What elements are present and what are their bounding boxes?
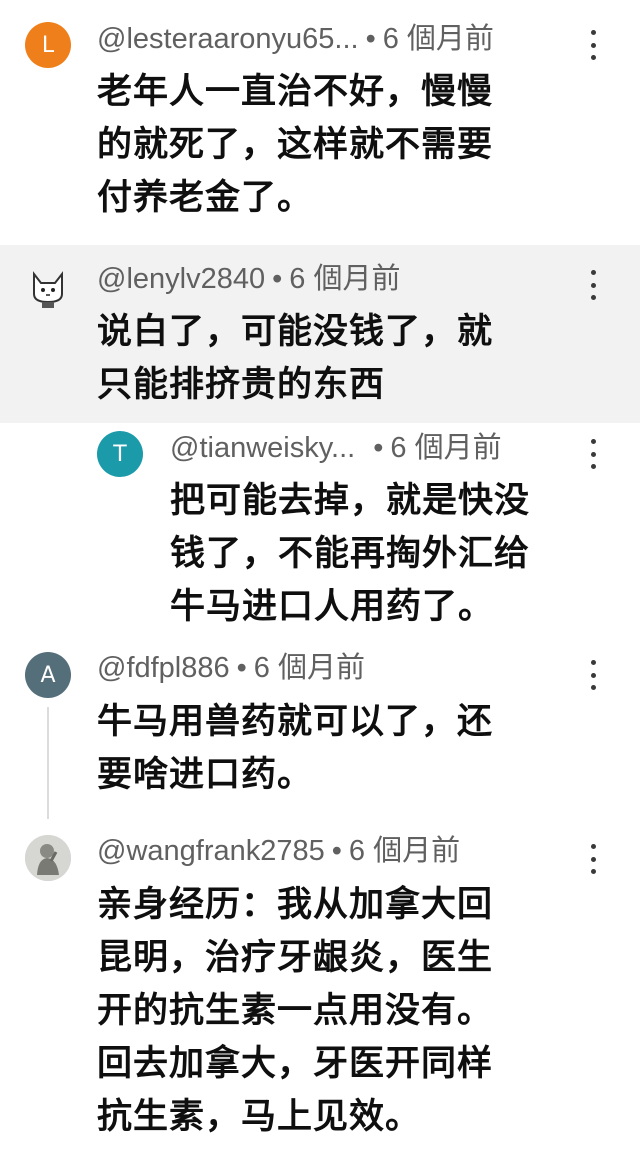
comment-line: 回去加拿大，牙医开同样 — [97, 1044, 494, 1084]
comment-text: 牛马用兽药就可以了，还 要啥进口药。 — [97, 696, 493, 802]
comment-text: 说白了，可能没钱了，就 只能排挤贵的东西 — [97, 306, 493, 412]
avatar-letter: L — [41, 32, 55, 58]
comment-line: 昆明，治疗牙龈炎，医生 — [97, 938, 494, 978]
comment-item: A @fdfpl886 • 6 個月前 牛马用兽药就可以了，还 要啥进口药。 — [0, 645, 640, 825]
avatar[interactable]: L — [25, 22, 71, 68]
separator-dot: • — [331, 835, 342, 867]
more-options-icon[interactable] — [583, 30, 603, 60]
comment-line: 钱了，不能再掏外汇给 — [170, 534, 531, 574]
author-handle[interactable]: @tianweisky... — [170, 432, 355, 464]
comment-line: 牛马进口人用药了。 — [170, 587, 495, 627]
comment-line: 付养老金了。 — [97, 178, 314, 218]
comment-meta: @fdfpl886 • 6 個月前 — [97, 650, 365, 686]
comment-meta: @wangfrank2785 • 6 個月前 — [97, 833, 460, 869]
avatar[interactable]: T — [97, 431, 143, 477]
author-handle[interactable]: @lesteraaronyu65... — [97, 23, 359, 55]
avatar[interactable]: A — [25, 652, 71, 698]
comment-text: 把可能去掉，就是快没 钱了，不能再掏外汇给 牛马进口人用药了。 — [170, 475, 530, 634]
comment-line: 把可能去掉，就是快没 — [170, 481, 531, 521]
comment-line: 老年人一直治不好，慢慢 — [97, 72, 494, 112]
timestamp[interactable]: 6 個月前 — [254, 652, 365, 684]
comment-item-highlighted: @lenylv2840 • 6 個月前 说白了，可能没钱了，就 只能排挤贵的东西 — [0, 245, 640, 423]
comment-meta: @lenylv2840 • 6 個月前 — [97, 261, 400, 297]
timestamp[interactable]: 6 個月前 — [289, 263, 400, 295]
author-handle[interactable]: @fdfpl886 — [97, 652, 230, 684]
comment-line: 要啥进口药。 — [97, 755, 314, 795]
comment-line: 说白了，可能没钱了，就 — [97, 312, 494, 352]
avatar[interactable] — [25, 264, 71, 310]
separator-dot: • — [236, 652, 247, 684]
comment-line: 抗生素，马上见效。 — [97, 1097, 422, 1137]
comment-line: 的就死了，这样就不需要 — [97, 125, 494, 165]
author-handle[interactable]: @lenylv2840 — [97, 263, 265, 295]
timestamp[interactable]: 6 個月前 — [383, 23, 494, 55]
more-options-icon[interactable] — [583, 270, 603, 300]
thread-line — [47, 707, 49, 819]
comment-line: 亲身经历：我从加拿大回 — [97, 885, 494, 925]
comment-item: L @lesteraaronyu65... • 6 個月前 老年人一直治不好，慢慢 … — [0, 0, 640, 245]
avatar-letter: A — [40, 662, 56, 688]
more-options-icon[interactable] — [583, 660, 603, 690]
timestamp[interactable]: 6 個月前 — [349, 835, 460, 867]
comment-line: 牛马用兽药就可以了，还 — [97, 702, 494, 742]
separator-dot: • — [272, 263, 283, 295]
author-handle[interactable]: @wangfrank2785 — [97, 835, 325, 867]
avatar[interactable] — [25, 835, 71, 881]
comment-line: 只能排挤贵的东西 — [97, 365, 386, 405]
comment-line: 开的抗生素一点用没有。 — [97, 991, 494, 1031]
avatar-letter: T — [113, 441, 127, 467]
more-options-icon[interactable] — [583, 844, 603, 874]
comment-item: @wangfrank2785 • 6 個月前 亲身经历：我从加拿大回 昆明，治疗牙龈… — [0, 825, 640, 1162]
reply-item: T @tianweisky... • 6 個月前 把可能去掉，就是快没 钱了，不能再… — [0, 423, 640, 645]
separator-dot: • — [365, 23, 376, 55]
more-options-icon[interactable] — [583, 439, 603, 469]
cat-icon — [33, 271, 63, 308]
timestamp[interactable]: 6 個月前 — [390, 432, 501, 464]
separator-dot: • — [373, 432, 384, 464]
comment-meta: @lesteraaronyu65... • 6 個月前 — [97, 21, 494, 57]
comment-text: 老年人一直治不好，慢慢 的就死了，这样就不需要 付养老金了。 — [97, 66, 493, 225]
comment-meta: @tianweisky... • 6 個月前 — [170, 430, 502, 466]
comment-text: 亲身经历：我从加拿大回 昆明，治疗牙龈炎，医生 开的抗生素一点用没有。 回去加拿… — [97, 879, 493, 1144]
statue-photo-icon — [25, 835, 71, 881]
